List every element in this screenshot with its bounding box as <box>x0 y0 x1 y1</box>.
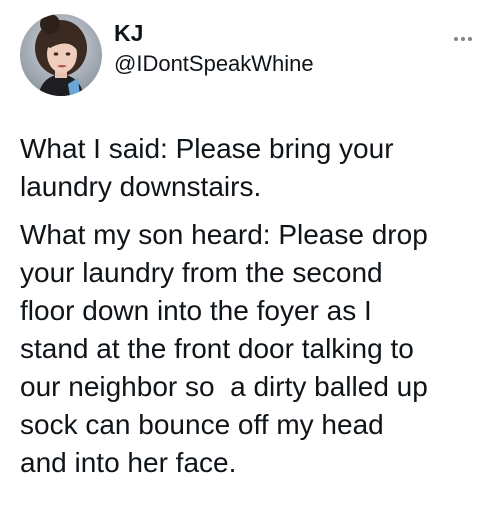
tweet-paragraph-said: What I said: Please bring your laundry d… <box>20 133 394 202</box>
avatar[interactable] <box>20 14 102 96</box>
author-handle[interactable]: @IDontSpeakWhine <box>114 50 314 78</box>
ellipsis-icon <box>468 37 472 41</box>
tweet-header: KJ @IDontSpeakWhine <box>20 14 480 96</box>
ellipsis-icon <box>461 37 465 41</box>
tweet-card: KJ @IDontSpeakWhine What I said: Please … <box>0 0 500 521</box>
author-display-name[interactable]: KJ <box>114 18 314 48</box>
tweet-body: What I said: Please bring your laundry d… <box>20 130 488 482</box>
author-identity: KJ @IDontSpeakWhine <box>114 18 314 78</box>
more-options-button[interactable] <box>450 30 476 48</box>
ellipsis-icon <box>454 37 458 41</box>
avatar-photo <box>20 14 102 96</box>
tweet-paragraph-heard: What my son heard: Please drop your laun… <box>20 219 428 478</box>
